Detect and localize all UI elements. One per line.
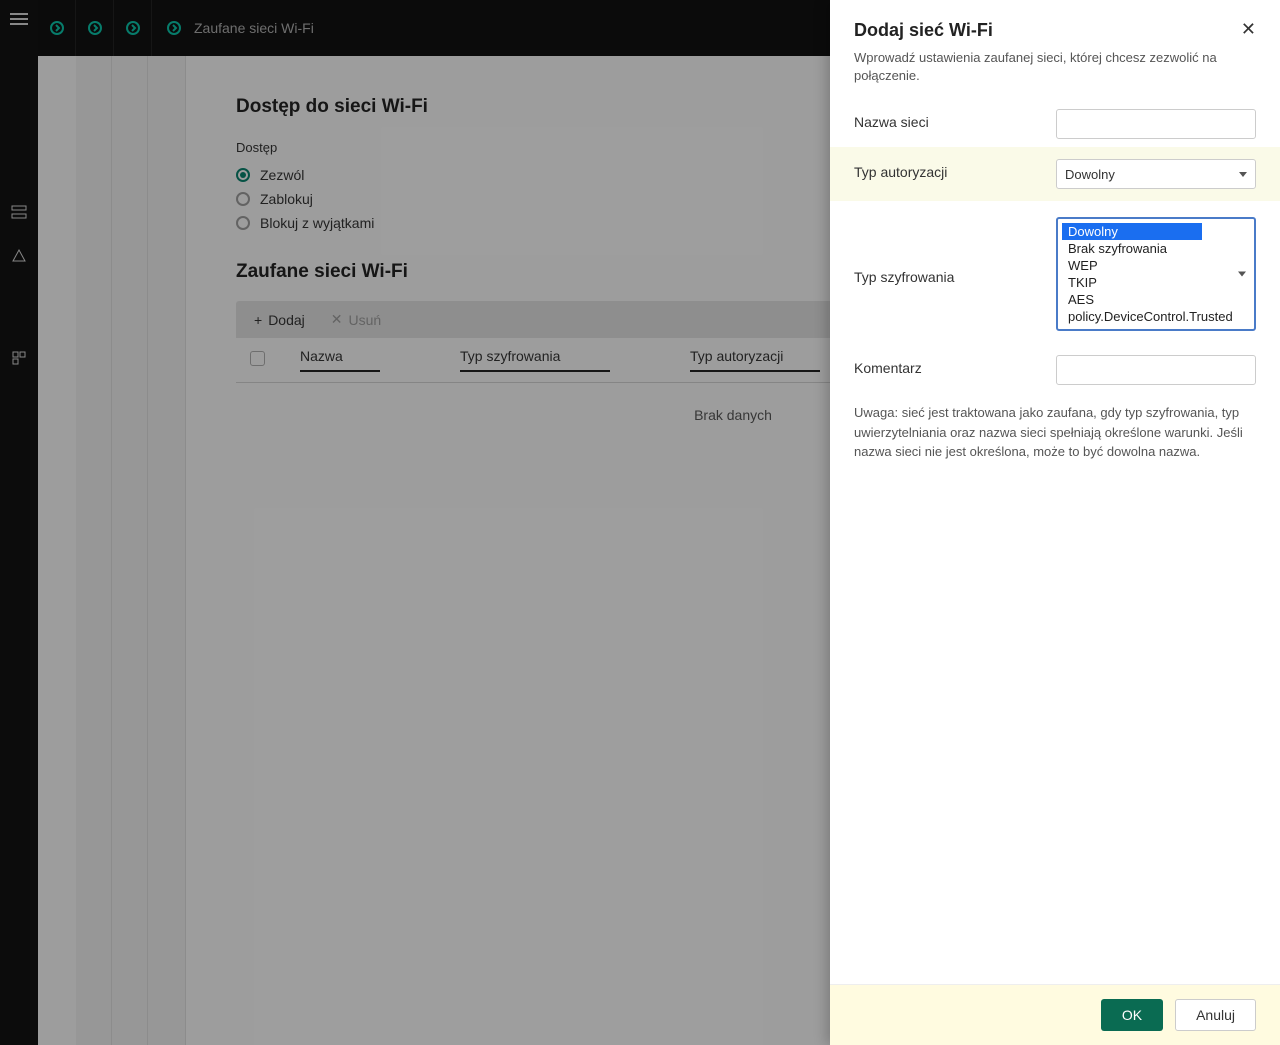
nav-icon-3[interactable] — [11, 350, 27, 366]
plus-icon: + — [254, 312, 262, 328]
breadcrumb: Zaufane sieci Wi-Fi — [152, 20, 314, 36]
delete-button: ✕ Usuń — [331, 311, 381, 328]
enc-option[interactable]: Dowolny — [1062, 223, 1202, 240]
radio-block-exc-label: Blokuj z wyjątkami — [260, 215, 374, 231]
left-sidebar — [0, 0, 38, 1045]
enc-option[interactable]: TKIP — [1062, 274, 1250, 291]
nav-icon-2[interactable] — [11, 248, 27, 264]
tab-nav-2[interactable] — [76, 0, 114, 56]
label-auth-type: Typ autoryzacji — [854, 159, 1044, 180]
close-icon: ✕ — [331, 311, 343, 328]
panel-footer: OK Anuluj — [830, 984, 1280, 1045]
radio-icon — [236, 192, 250, 206]
col-enc[interactable]: Typ szyfrowania — [460, 348, 610, 372]
col-name[interactable]: Nazwa — [300, 348, 380, 372]
panel-title: Dodaj sieć Wi-Fi — [854, 20, 993, 41]
background-stripes — [76, 56, 186, 1045]
label-enc-type: Typ szyfrowania — [854, 264, 1044, 285]
radio-icon-checked — [236, 168, 250, 182]
add-button[interactable]: + Dodaj — [254, 312, 305, 328]
enc-option[interactable]: Brak szyfrowania — [1062, 240, 1250, 257]
enc-option[interactable]: AES — [1062, 291, 1250, 308]
ok-button[interactable]: OK — [1101, 999, 1163, 1031]
col-auth[interactable]: Typ autoryzacji — [690, 348, 820, 372]
radio-block-label: Zablokuj — [260, 191, 313, 207]
delete-label: Usuń — [349, 312, 382, 328]
enc-option[interactable]: WEP — [1062, 257, 1250, 274]
nav-icon-1[interactable] — [11, 204, 27, 220]
menu-icon[interactable] — [10, 10, 28, 24]
auth-type-select[interactable]: Dowolny — [1056, 159, 1256, 189]
radio-icon — [236, 216, 250, 230]
enc-option[interactable]: policy.DeviceControl.Trusted — [1062, 308, 1250, 325]
enc-type-listbox[interactable]: Dowolny Brak szyfrowania WEP TKIP AES po… — [1056, 217, 1256, 331]
select-all-checkbox[interactable] — [250, 351, 265, 366]
label-comment: Komentarz — [854, 355, 1044, 376]
close-button[interactable]: ✕ — [1241, 20, 1256, 38]
breadcrumb-title: Zaufane sieci Wi-Fi — [194, 20, 314, 36]
side-panel: Dodaj sieć Wi-Fi ✕ Wprowadź ustawienia z… — [830, 0, 1280, 1045]
add-label: Dodaj — [268, 312, 305, 328]
panel-note: Uwaga: sieć jest traktowana jako zaufana… — [830, 393, 1280, 472]
panel-description: Wprowadź ustawienia zaufanej sieci, któr… — [830, 49, 1280, 101]
comment-input[interactable] — [1056, 355, 1256, 385]
auth-type-value: Dowolny — [1065, 167, 1115, 182]
breadcrumb-icon — [166, 20, 182, 36]
radio-allow-label: Zezwól — [260, 167, 304, 183]
network-name-input[interactable] — [1056, 109, 1256, 139]
tab-nav-1[interactable] — [38, 0, 76, 56]
label-network-name: Nazwa sieci — [854, 109, 1044, 130]
tab-nav-3[interactable] — [114, 0, 152, 56]
cancel-button[interactable]: Anuluj — [1175, 999, 1256, 1031]
